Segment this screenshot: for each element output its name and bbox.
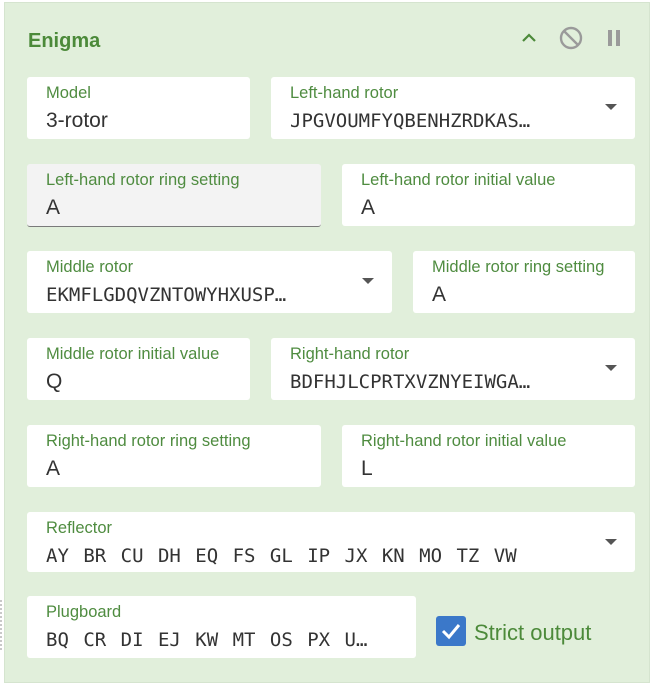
middle-ring-setting-field[interactable]: Middle rotor ring setting A bbox=[413, 251, 635, 313]
enigma-operation-panel: Enigma Model 3-rotor Left-hand rotor JPG… bbox=[4, 2, 650, 683]
reflector-value: AY BR CU DH EQ FS GL IP JX KN MO TZ VW bbox=[46, 545, 517, 567]
operation-title: Enigma bbox=[28, 30, 101, 52]
model-select[interactable]: Model 3-rotor bbox=[27, 77, 250, 139]
left-initial-value-field[interactable]: Left-hand rotor initial value A bbox=[342, 164, 635, 226]
model-label: Model bbox=[46, 84, 91, 102]
right-initial-value: L bbox=[361, 457, 373, 480]
chevron-up-icon bbox=[522, 33, 536, 42]
disable-operation-button[interactable] bbox=[556, 23, 586, 53]
right-initial-label: Right-hand rotor initial value bbox=[361, 432, 567, 450]
middle-initial-value-field[interactable]: Middle rotor initial value Q bbox=[27, 338, 250, 400]
dropdown-caret-icon bbox=[605, 104, 617, 110]
dropdown-caret-icon bbox=[605, 365, 617, 371]
left-rotor-value: JPGVOUMFYQBENHZRDKAS… bbox=[290, 110, 531, 132]
left-rotor-select[interactable]: Left-hand rotor JPGVOUMFYQBENHZRDKAS… bbox=[271, 77, 635, 139]
right-ring-value: A bbox=[46, 457, 61, 480]
dropdown-caret-icon bbox=[605, 539, 617, 545]
left-ring-value: A bbox=[46, 196, 61, 219]
breakpoint-button[interactable] bbox=[599, 23, 629, 53]
right-ring-label: Right-hand rotor ring setting bbox=[46, 432, 251, 450]
middle-ring-label: Middle rotor ring setting bbox=[432, 258, 605, 276]
right-rotor-select[interactable]: Right-hand rotor BDFHJLCPRTXVZNYEIWGA… bbox=[271, 338, 635, 400]
right-rotor-value: BDFHJLCPRTXVZNYEIWGA… bbox=[290, 371, 531, 393]
collapse-button[interactable] bbox=[514, 23, 544, 53]
left-ring-label: Left-hand rotor ring setting bbox=[46, 171, 240, 189]
left-initial-value: A bbox=[361, 196, 376, 219]
left-initial-label: Left-hand rotor initial value bbox=[361, 171, 556, 189]
right-ring-setting-field[interactable]: Right-hand rotor ring setting A bbox=[27, 425, 321, 487]
middle-rotor-label: Middle rotor bbox=[46, 258, 134, 276]
plugboard-label: Plugboard bbox=[46, 603, 122, 621]
left-rotor-label: Left-hand rotor bbox=[290, 84, 399, 102]
model-value: 3-rotor bbox=[46, 109, 108, 132]
plugboard-value: BQ CR DI EJ KW MT OS PX U… bbox=[46, 629, 368, 651]
dropdown-caret-icon bbox=[362, 278, 374, 284]
strict-output-checkbox[interactable] bbox=[436, 616, 466, 646]
pause-icon bbox=[608, 30, 620, 46]
right-initial-value-field[interactable]: Right-hand rotor initial value L bbox=[342, 425, 635, 487]
right-rotor-label: Right-hand rotor bbox=[290, 345, 410, 363]
middle-ring-value: A bbox=[432, 283, 447, 306]
middle-rotor-select[interactable]: Middle rotor EKMFLGDQVZNTOWYHXUSP… bbox=[27, 251, 392, 313]
plugboard-field[interactable]: Plugboard BQ CR DI EJ KW MT OS PX U… bbox=[27, 596, 416, 658]
checkmark-icon bbox=[441, 624, 461, 640]
reflector-select[interactable]: Reflector AY BR CU DH EQ FS GL IP JX KN … bbox=[27, 512, 635, 572]
middle-rotor-value: EKMFLGDQVZNTOWYHXUSP… bbox=[46, 284, 287, 306]
middle-initial-label: Middle rotor initial value bbox=[46, 345, 220, 363]
strict-output-label[interactable]: Strict output bbox=[474, 620, 591, 646]
left-ring-setting-field[interactable]: Left-hand rotor ring setting A bbox=[27, 164, 321, 227]
reflector-label: Reflector bbox=[46, 519, 113, 537]
middle-initial-value: Q bbox=[46, 370, 63, 393]
circle-slash-icon bbox=[559, 26, 583, 50]
